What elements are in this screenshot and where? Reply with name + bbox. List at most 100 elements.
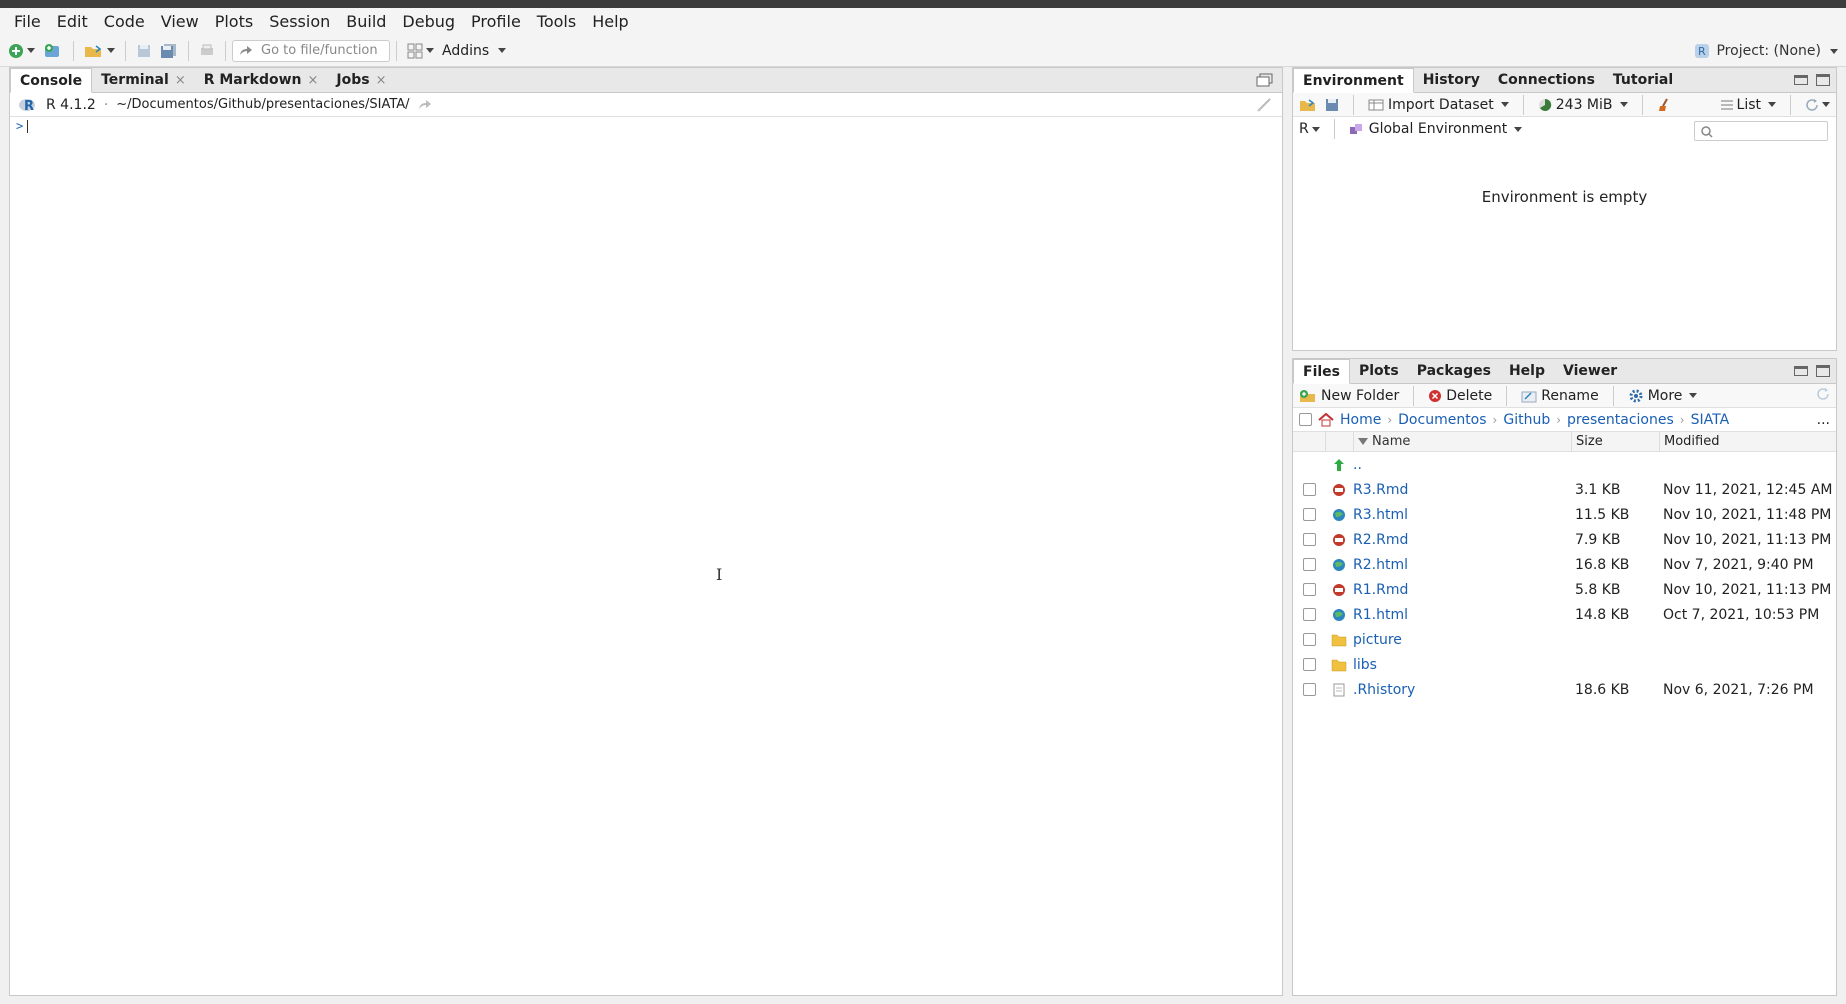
breadcrumb-presentaciones[interactable]: presentaciones (1567, 412, 1674, 428)
addins-dropdown[interactable]: Addins (438, 38, 510, 64)
column-header-size[interactable]: Size (1571, 431, 1659, 452)
minimize-pane-icon[interactable] (1794, 75, 1808, 85)
memory-usage-dropdown[interactable]: 243 MiB (1538, 97, 1628, 113)
environment-search-input[interactable] (1694, 121, 1828, 141)
file-name-link[interactable]: R3.Rmd (1353, 482, 1571, 498)
more-dropdown[interactable]: More (1628, 388, 1698, 404)
row-checkbox[interactable] (1302, 483, 1316, 496)
file-row[interactable]: R3.Rmd 3.1 KB Nov 11, 2021, 12:45 AM (1293, 477, 1836, 502)
tab-terminal[interactable]: Terminal × (92, 68, 195, 92)
tab-files[interactable]: Files (1293, 359, 1350, 384)
tab-viewer[interactable]: Viewer (1554, 359, 1626, 383)
menu-profile[interactable]: Profile (463, 8, 529, 35)
refresh-files-button[interactable] (1816, 387, 1830, 405)
file-name-link[interactable]: libs (1353, 657, 1571, 673)
tab-environment[interactable]: Environment (1293, 68, 1414, 93)
language-dropdown[interactable]: R (1299, 121, 1320, 137)
view-mode-dropdown[interactable]: List (1720, 97, 1776, 113)
row-checkbox[interactable] (1302, 558, 1316, 571)
breadcrumb-documentos[interactable]: Documentos (1398, 412, 1486, 428)
restore-pane-icon[interactable] (1256, 73, 1274, 91)
minimize-pane-icon[interactable] (1794, 366, 1808, 376)
scope-dropdown[interactable]: Global Environment (1349, 121, 1523, 137)
file-name-link[interactable]: R2.Rmd (1353, 532, 1571, 548)
maximize-pane-icon[interactable] (1816, 365, 1830, 377)
parent-dir-link[interactable]: .. (1353, 457, 1571, 473)
row-checkbox[interactable] (1302, 683, 1316, 696)
menu-tools[interactable]: Tools (529, 8, 584, 35)
breadcrumb-home[interactable]: Home (1340, 412, 1381, 428)
broom-icon[interactable] (1657, 98, 1673, 112)
row-checkbox[interactable] (1302, 633, 1316, 646)
goto-file-function-input[interactable]: Go to file/function (232, 39, 390, 62)
file-name-link[interactable]: R1.Rmd (1353, 582, 1571, 598)
select-all-checkbox[interactable] (1299, 413, 1312, 426)
console-prompt[interactable]: > (10, 117, 1282, 135)
tab-r-markdown[interactable]: R Markdown × (195, 68, 328, 92)
open-file-button[interactable] (80, 38, 119, 64)
more-path-button[interactable]: ... (1817, 412, 1830, 428)
print-button[interactable] (195, 38, 219, 64)
close-icon[interactable]: × (175, 73, 186, 88)
file-name-link[interactable]: picture (1353, 632, 1571, 648)
menu-file[interactable]: File (6, 8, 49, 35)
tab-jobs[interactable]: Jobs × (327, 68, 395, 92)
file-row[interactable]: R2.Rmd 7.9 KB Nov 10, 2021, 11:13 PM (1293, 527, 1836, 552)
file-row[interactable]: R3.html 11.5 KB Nov 10, 2021, 11:48 PM (1293, 502, 1836, 527)
rename-button[interactable]: Rename (1521, 388, 1599, 404)
import-dataset-dropdown[interactable]: Import Dataset (1368, 97, 1509, 113)
row-checkbox[interactable] (1302, 508, 1316, 521)
project-menu[interactable]: R Project: (None) (1694, 35, 1838, 67)
save-button[interactable] (132, 38, 156, 64)
working-directory[interactable]: ~/Documentos/Github/presentaciones/SIATA… (116, 97, 409, 112)
row-checkbox[interactable] (1302, 533, 1316, 546)
menu-plots[interactable]: Plots (207, 8, 262, 35)
row-checkbox[interactable] (1302, 583, 1316, 596)
maximize-pane-icon[interactable] (1816, 74, 1830, 86)
file-row[interactable]: libs (1293, 652, 1836, 677)
new-project-button[interactable] (39, 38, 67, 64)
tab-console[interactable]: Console (10, 68, 93, 93)
tab-history[interactable]: History (1414, 68, 1489, 92)
file-name-link[interactable]: R1.html (1353, 607, 1571, 623)
parent-directory-row[interactable]: .. (1293, 452, 1836, 477)
new-folder-button[interactable]: New Folder (1299, 388, 1399, 404)
close-icon[interactable]: × (376, 73, 387, 88)
menu-view[interactable]: View (153, 8, 207, 35)
pane-layout-button[interactable] (403, 38, 438, 64)
file-row[interactable]: R1.Rmd 5.8 KB Nov 10, 2021, 11:13 PM (1293, 577, 1836, 602)
clear-console-icon[interactable] (1256, 98, 1272, 116)
row-checkbox[interactable] (1302, 608, 1316, 621)
breadcrumb-siata[interactable]: SIATA (1691, 412, 1730, 428)
column-header-name[interactable]: Name (1353, 431, 1571, 452)
file-name-link[interactable]: R2.html (1353, 557, 1571, 573)
home-icon[interactable] (1318, 412, 1334, 427)
breadcrumb-github[interactable]: Github (1503, 412, 1550, 428)
menu-build[interactable]: Build (338, 8, 394, 35)
tab-connections[interactable]: Connections (1489, 68, 1604, 92)
load-workspace-icon[interactable] (1299, 98, 1317, 112)
file-row[interactable]: R2.html 16.8 KB Nov 7, 2021, 9:40 PM (1293, 552, 1836, 577)
tab-tutorial[interactable]: Tutorial (1604, 68, 1682, 92)
delete-button[interactable]: Delete (1428, 388, 1492, 404)
file-row[interactable]: picture (1293, 627, 1836, 652)
tab-plots[interactable]: Plots (1350, 359, 1408, 383)
file-name-link[interactable]: R3.html (1353, 507, 1571, 523)
menu-help[interactable]: Help (584, 8, 636, 35)
row-checkbox[interactable] (1302, 658, 1316, 671)
file-name-link[interactable]: .Rhistory (1353, 682, 1571, 698)
menu-debug[interactable]: Debug (394, 8, 463, 35)
close-icon[interactable]: × (308, 73, 319, 88)
save-workspace-icon[interactable] (1325, 98, 1339, 112)
menu-code[interactable]: Code (96, 8, 153, 35)
file-row[interactable]: .Rhistory 18.6 KB Nov 6, 2021, 7:26 PM (1293, 677, 1836, 702)
new-file-button[interactable] (4, 38, 39, 64)
menu-edit[interactable]: Edit (49, 8, 96, 35)
column-header-modified[interactable]: Modified (1659, 431, 1829, 452)
tab-help[interactable]: Help (1500, 359, 1554, 383)
goto-dir-arrow-icon[interactable] (418, 99, 432, 110)
tab-packages[interactable]: Packages (1408, 359, 1500, 383)
file-row[interactable]: R1.html 14.8 KB Oct 7, 2021, 10:53 PM (1293, 602, 1836, 627)
refresh-environment-button[interactable] (1805, 98, 1830, 112)
save-all-button[interactable] (156, 38, 182, 64)
